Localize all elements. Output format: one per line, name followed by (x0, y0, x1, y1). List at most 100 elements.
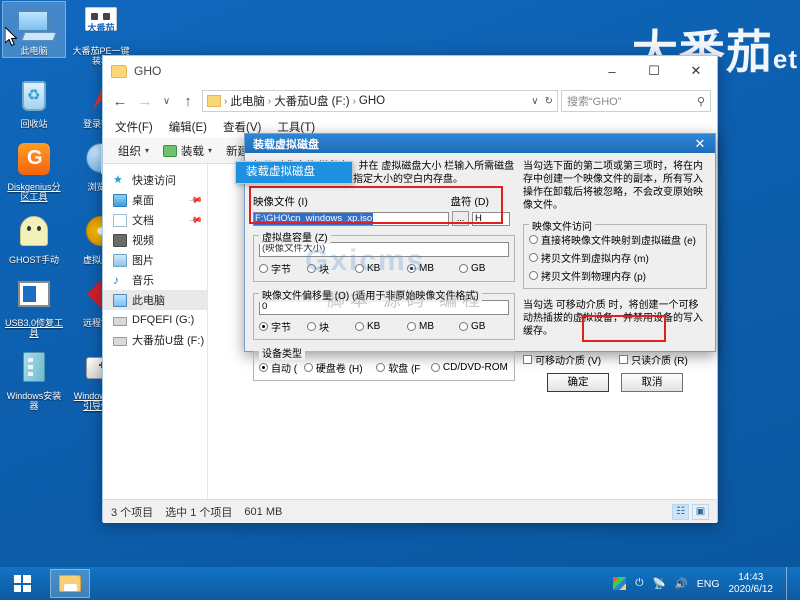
dialog-close-icon[interactable]: ✕ (689, 136, 711, 152)
radio-icon[interactable] (529, 253, 538, 262)
pin-icon[interactable]: 📌 (188, 212, 204, 228)
radio-icon[interactable] (355, 322, 364, 331)
offset-input[interactable]: 0 (259, 300, 509, 315)
toolbar-button-0[interactable]: 组织▾ (113, 141, 154, 161)
menu-item-0[interactable]: 文件(F) (115, 119, 153, 135)
details-view-icon[interactable]: ☷ (672, 504, 689, 520)
radio-icon[interactable] (259, 264, 268, 273)
cancel-button[interactable]: 取消 (621, 373, 683, 392)
search-box[interactable]: 搜索“GHO” ⚲ (561, 90, 711, 112)
radio-icon[interactable] (304, 363, 313, 372)
capacity-unit-radios[interactable]: 字节块KBMBGB (259, 261, 509, 276)
radio-icon[interactable] (431, 363, 440, 372)
offset-unit-3[interactable]: MB (407, 321, 459, 332)
toolbar-button-1[interactable]: 装载▾ (158, 141, 217, 161)
menu-item-mount-virtual-disk[interactable]: 装载虚拟磁盘 (236, 162, 352, 183)
offset-unit-4[interactable]: GB (459, 321, 507, 332)
show-desktop-button[interactable] (786, 567, 792, 600)
capacity-unit-3[interactable]: MB (407, 263, 459, 274)
sidebar-item-1[interactable]: 桌面📌 (103, 190, 207, 210)
drive-letter-input[interactable]: H (472, 212, 510, 226)
window-controls[interactable]: – ☐ ✕ (591, 56, 717, 86)
radio-icon[interactable] (307, 322, 316, 331)
sidebar-item-2[interactable]: 文档📌 (103, 210, 207, 230)
radio-icon[interactable] (407, 322, 416, 331)
breadcrumb-item-2[interactable]: GHO (359, 95, 385, 107)
view-mode-buttons[interactable]: ☷ ▣ (672, 504, 709, 520)
recent-locations-button[interactable]: ∨ (159, 90, 174, 112)
radio-icon[interactable] (407, 264, 416, 273)
address-bar[interactable]: › 此电脑 › 大番茄U盘 (F:) › GHO ∨ ↻ (202, 90, 558, 112)
capacity-input[interactable]: (映像文件大小) (259, 242, 509, 257)
radio-icon[interactable] (459, 322, 468, 331)
checkbox-1[interactable]: 只读介质 (R) (619, 352, 688, 367)
chevron-down-icon[interactable]: ▾ (145, 146, 149, 155)
chevron-down-icon[interactable]: ▾ (208, 146, 212, 155)
checkbox-0[interactable]: 可移动介质 (V) (523, 352, 601, 367)
device-type-2[interactable]: 软盘 (F (376, 360, 431, 375)
radio-icon[interactable] (259, 322, 268, 331)
forward-button[interactable]: → (134, 90, 156, 112)
minimize-button[interactable]: – (591, 56, 633, 86)
access-option-1[interactable]: 拷贝文件到虚拟内存 (m) (529, 250, 701, 265)
sidebar-item-4[interactable]: 图片 (103, 250, 207, 270)
taskbar-file-explorer-button[interactable] (50, 569, 90, 598)
browse-button[interactable]: ... (452, 211, 469, 226)
device-type-radios[interactable]: 自动 (硬盘卷 (H)软盘 (FCD/DVD-ROM (259, 360, 509, 375)
access-option-0[interactable]: 直接将映像文件映射到虚拟磁盘 (e) (529, 232, 701, 247)
battery-icon[interactable]: ⏻ (635, 577, 643, 590)
breadcrumb-item-0[interactable]: 此电脑 (230, 93, 265, 109)
dialog-titlebar[interactable]: 装载虚拟磁盘 ✕ (245, 134, 715, 153)
radio-icon[interactable] (459, 264, 468, 273)
checkbox-icon[interactable] (619, 355, 628, 364)
capacity-unit-0[interactable]: 字节 (259, 261, 307, 276)
menu-item-1[interactable]: 编辑(E) (169, 119, 207, 135)
sidebar-item-0[interactable]: ★快速访问 (103, 170, 207, 190)
offset-unit-0[interactable]: 字节 (259, 319, 307, 334)
sidebar-item-3[interactable]: 视频 (103, 230, 207, 250)
pin-icon[interactable]: 📌 (188, 192, 204, 208)
start-button[interactable] (0, 567, 44, 600)
desktop-icon-ghost-manual-icon[interactable]: GHOST手动 (3, 211, 65, 266)
offset-unit-radios[interactable]: 字节块KBMBGB (259, 319, 509, 334)
ok-button[interactable]: 确定 (547, 373, 609, 392)
breadcrumb-item-1[interactable]: 大番茄U盘 (F:) (274, 93, 349, 109)
desktop-icon-diskgenius-icon[interactable]: Diskgenius分区工具 (3, 138, 65, 203)
color-swatch-icon[interactable] (613, 577, 626, 590)
radio-icon[interactable] (355, 264, 364, 273)
desktop-icon-usb3-repair-icon[interactable]: USB3.0修复工具 (3, 274, 65, 339)
radio-icon[interactable] (307, 264, 316, 273)
offset-unit-1[interactable]: 块 (307, 319, 355, 334)
explorer-navbar[interactable]: ← → ∨ ↑ › 此电脑 › 大番茄U盘 (F:) › GHO ∨ ↻ 搜索“… (103, 86, 717, 116)
network-error-icon[interactable]: 📡 (653, 577, 666, 590)
capacity-unit-1[interactable]: 块 (307, 261, 355, 276)
language-indicator[interactable]: ENG (697, 578, 720, 590)
dialog-checkboxes[interactable]: 可移动介质 (V) 只读介质 (R) (523, 352, 707, 367)
device-type-0[interactable]: 自动 ( (259, 360, 304, 375)
mount-dropdown-menu[interactable]: 装载虚拟磁盘 (235, 161, 353, 184)
desktop-icon-windows-installer-icon[interactable]: Windows安装器 (3, 347, 65, 412)
address-dropdown-icon[interactable]: ∨ (531, 96, 538, 107)
clock[interactable]: 14:43 2020/6/12 (729, 572, 774, 596)
taskbar[interactable]: ⏻ 📡 🔊 ENG 14:43 2020/6/12 (0, 567, 800, 600)
radio-icon[interactable] (259, 363, 268, 372)
sidebar-item-7[interactable]: DFQEFI (G:) (103, 310, 207, 330)
device-type-3[interactable]: CD/DVD-ROM (431, 362, 509, 373)
radio-icon[interactable] (529, 271, 538, 280)
volume-icon[interactable]: 🔊 (675, 577, 688, 590)
checkbox-icon[interactable] (523, 355, 532, 364)
explorer-titlebar[interactable]: GHO – ☐ ✕ (103, 56, 717, 86)
access-option-2[interactable]: 拷贝文件到物理内存 (p) (529, 268, 701, 283)
large-icons-view-icon[interactable]: ▣ (692, 504, 709, 520)
image-access-radios[interactable]: 直接将映像文件映射到虚拟磁盘 (e) 拷贝文件到虚拟内存 (m) 拷贝文件到物理内存… (529, 232, 701, 283)
sidebar-item-6[interactable]: 此电脑 (103, 290, 207, 310)
dialog-buttons[interactable]: 确定 取消 (523, 373, 707, 392)
system-tray[interactable]: ⏻ 📡 🔊 ENG 14:43 2020/6/12 (613, 567, 800, 600)
radio-icon[interactable] (376, 363, 385, 372)
radio-icon[interactable] (529, 235, 538, 244)
search-input[interactable]: 搜索“GHO” (567, 93, 621, 109)
device-type-1[interactable]: 硬盘卷 (H) (304, 360, 376, 375)
back-button[interactable]: ← (109, 90, 131, 112)
refresh-icon[interactable]: ↻ (545, 96, 553, 107)
desktop-icon-recycle-bin-icon[interactable]: 回收站 (3, 75, 65, 130)
